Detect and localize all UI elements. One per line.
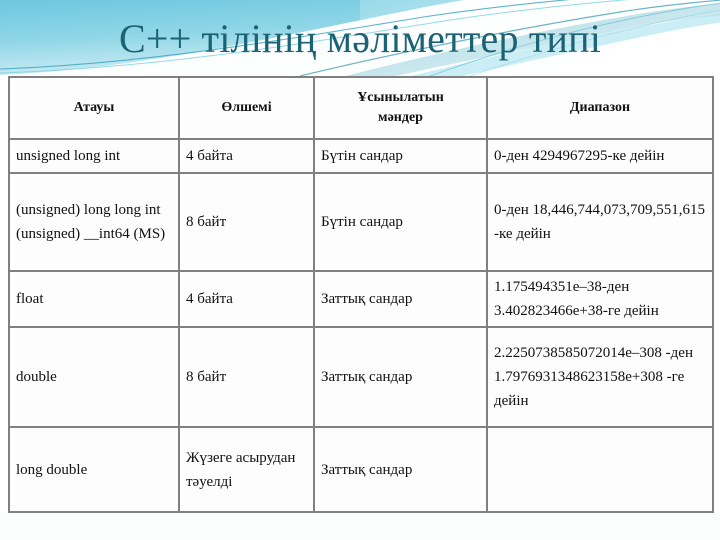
- column-header-values-label: Ұсынылатын мәндер: [357, 90, 444, 125]
- column-header-range-label: Диапазон: [569, 100, 631, 115]
- cell-values-text: Заттық сандар: [321, 461, 413, 478]
- cell-size-text: 8 байт: [186, 214, 227, 230]
- slide: C++ тілінің мәліметтер типі Атауы Өлшемі: [0, 0, 720, 540]
- cell-size: 8 байт: [178, 326, 315, 428]
- data-types-table: Атауы Өлшемі Ұсынылатын мәндер Диапазон …: [8, 76, 714, 513]
- cell-values: Бүтін сандар: [313, 172, 488, 272]
- cell-values: Заттық сандар: [313, 326, 488, 428]
- column-header-size-label: Өлшемі: [221, 100, 272, 115]
- cell-name-text: float: [16, 291, 44, 307]
- title-area: C++ тілінің мәліметтер типі: [0, 8, 720, 70]
- cell-values-text: Заттық сандар: [321, 291, 413, 307]
- cell-size: 4 байта: [178, 270, 315, 328]
- page-title: C++ тілінің мәліметтер типі: [118, 16, 602, 61]
- table-row: unsigned long int 4 байта Бүтін сандар 0…: [8, 138, 714, 174]
- column-header-size: Өлшемі: [178, 76, 315, 140]
- cell-range: [486, 426, 714, 513]
- cell-range: 2.2250738585072014e–308 -ден 1.797693134…: [486, 326, 714, 428]
- cell-name-text: long double: [16, 461, 88, 478]
- cell-name: long double: [8, 426, 180, 513]
- cell-range-text: 1.175494351e–38-ден 3.402823466e+38-ге д…: [494, 279, 659, 319]
- cell-name: float: [8, 270, 180, 328]
- cell-range-text: 0-ден 4294967295-ке дейін: [494, 148, 665, 164]
- cell-size-text: 8 байт: [186, 369, 227, 385]
- cell-values: Заттық сандар: [313, 270, 488, 328]
- cell-values-text: Бүтін сандар: [321, 148, 403, 164]
- cell-range-text: 2.2250738585072014e–308 -ден 1.797693134…: [494, 345, 693, 409]
- column-header-range: Диапазон: [486, 76, 714, 140]
- cell-name: unsigned long int: [8, 138, 180, 174]
- cell-range-text: 0-ден 18,446,744,073,709,551,615 -ке дей…: [494, 202, 706, 242]
- table-row: long double Жүзеге асырудан тәуелді Затт…: [8, 426, 714, 513]
- cell-values-text: Заттық сандар: [321, 369, 413, 385]
- cell-name-text: unsigned long int: [16, 148, 121, 164]
- table-row: float 4 байта Заттық сандар 1.175494351e…: [8, 270, 714, 328]
- column-header-name: Атауы: [8, 76, 180, 140]
- cell-values: Заттық сандар: [313, 426, 488, 513]
- cell-values-text: Бүтін сандар: [321, 214, 403, 230]
- cell-range: 0-ден 4294967295-ке дейін: [486, 138, 714, 174]
- cell-size-text: 4 байта: [186, 148, 233, 164]
- cell-size: Жүзеге асырудан тәуелді: [178, 426, 315, 513]
- cell-size-text: Жүзеге асырудан тәуелді: [186, 449, 296, 490]
- cell-size: 4 байта: [178, 138, 315, 174]
- data-types-table-container: Атауы Өлшемі Ұсынылатын мәндер Диапазон …: [8, 76, 714, 513]
- cell-range: 1.175494351e–38-ден 3.402823466e+38-ге д…: [486, 270, 714, 328]
- cell-name: (unsigned) long long int (unsigned) __in…: [8, 172, 180, 272]
- cell-name-text: double: [16, 369, 57, 385]
- cell-name-text: (unsigned) long long int (unsigned) __in…: [16, 202, 166, 242]
- table-row: double 8 байт Заттық сандар 2.2250738585…: [8, 326, 714, 428]
- cell-name: double: [8, 326, 180, 428]
- cell-values: Бүтін сандар: [313, 138, 488, 174]
- cell-range: 0-ден 18,446,744,073,709,551,615 -ке дей…: [486, 172, 714, 272]
- cell-size: 8 байт: [178, 172, 315, 272]
- cell-size-text: 4 байта: [186, 291, 233, 307]
- table-row: (unsigned) long long int (unsigned) __in…: [8, 172, 714, 272]
- column-header-values: Ұсынылатын мәндер: [313, 76, 488, 140]
- table-header-row: Атауы Өлшемі Ұсынылатын мәндер Диапазон: [8, 76, 714, 140]
- column-header-name-label: Атауы: [73, 100, 115, 115]
